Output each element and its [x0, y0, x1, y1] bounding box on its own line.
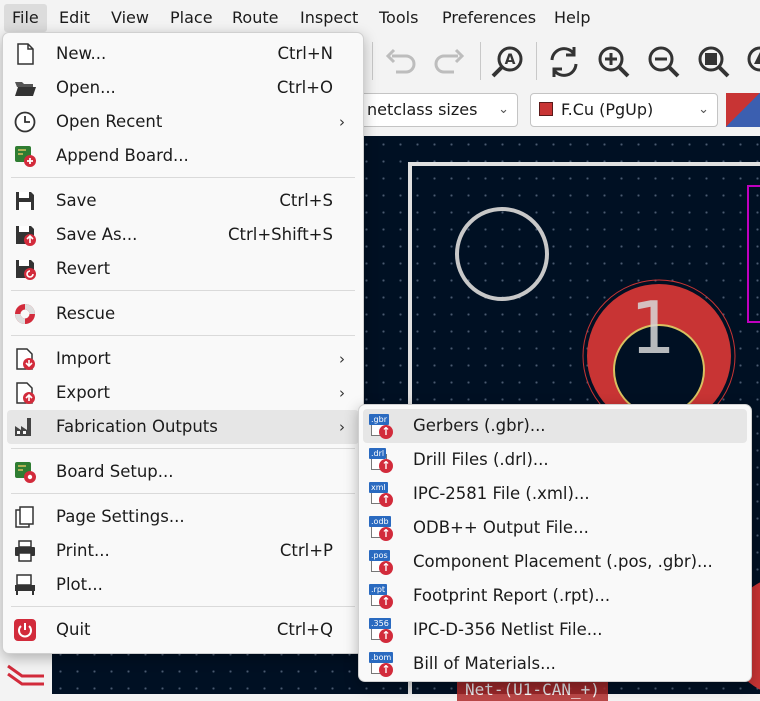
revert-icon — [13, 257, 37, 281]
courtyard-outline — [747, 185, 760, 323]
file-menu: New... Ctrl+N Open... Ctrl+O Open Recent… — [2, 32, 364, 654]
menu-item-bill-of-materials[interactable]: .bom ↑ Bill of Materials... — [363, 647, 747, 681]
rpt-file-icon: .rpt ↑ — [369, 583, 395, 609]
netclass-sizes-combo[interactable]: netclass sizes ⌄ — [358, 93, 518, 127]
submenu-arrow-icon: › — [339, 418, 345, 436]
menu-tools[interactable]: Tools — [371, 4, 426, 32]
secondary-toolbar: netclass sizes ⌄ F.Cu (PgUp) ⌄ — [358, 88, 760, 136]
zoom-fit-icon[interactable] — [694, 42, 734, 82]
menu-item-quit[interactable]: Quit Ctrl+Q — [7, 613, 359, 647]
menu-view[interactable]: View — [103, 4, 157, 32]
refresh-icon[interactable] — [544, 42, 584, 82]
folder-open-icon — [13, 76, 37, 100]
menu-item-new[interactable]: New... Ctrl+N — [7, 37, 359, 71]
menubar: File Edit View Place Route Inspect Tools… — [0, 0, 760, 36]
menu-item-board-setup[interactable]: Board Setup... — [7, 455, 359, 489]
menu-route[interactable]: Route — [224, 4, 286, 32]
layer-pair-icon[interactable] — [726, 93, 760, 127]
menu-item-open[interactable]: Open... Ctrl+O — [7, 71, 359, 105]
menu-item-plot[interactable]: Plot... — [7, 568, 359, 602]
plotter-icon — [13, 573, 37, 597]
menu-item-drill-files[interactable]: .drl ↑ Drill Files (.drl)... — [363, 443, 747, 477]
menu-item-component-placement[interactable]: .pos ↑ Component Placement (.pos, .gbr)..… — [363, 545, 747, 579]
menu-item-append-board[interactable]: Append Board... — [7, 139, 359, 173]
find-icon[interactable]: A — [488, 42, 528, 82]
drill-file-icon: .drl ↑ — [369, 447, 395, 473]
menu-item-export[interactable]: Export › — [7, 376, 359, 410]
factory-icon — [13, 415, 37, 439]
menu-item-gerbers[interactable]: .gbr ↑ Gerbers (.gbr)... — [363, 409, 747, 443]
layer-color-swatch — [539, 102, 553, 116]
rescue-icon — [13, 302, 37, 326]
menu-item-footprint-report[interactable]: .rpt ↑ Footprint Report (.rpt)... — [363, 579, 747, 613]
menu-place[interactable]: Place — [162, 4, 221, 32]
menu-edit[interactable]: Edit — [51, 4, 98, 32]
layer-combo-value: F.Cu (PgUp) — [561, 100, 654, 119]
menu-item-fabrication-outputs[interactable]: Fabrication Outputs › — [7, 410, 359, 444]
power-icon — [13, 618, 37, 642]
save-icon — [13, 189, 37, 213]
page-settings-icon — [13, 505, 37, 529]
export-icon — [13, 381, 37, 405]
fabrication-outputs-submenu: .gbr ↑ Gerbers (.gbr)... .drl ↑ Drill File… — [358, 404, 752, 682]
layer-combo[interactable]: F.Cu (PgUp) ⌄ — [530, 93, 718, 127]
gerber-file-icon: .gbr ↑ — [369, 413, 395, 439]
redo-icon[interactable] — [430, 42, 470, 82]
menu-item-open-recent[interactable]: Open Recent › — [7, 105, 359, 139]
menu-inspect[interactable]: Inspect — [292, 4, 366, 32]
menu-item-print[interactable]: Print... Ctrl+P — [7, 534, 359, 568]
menu-file[interactable]: File — [4, 4, 47, 32]
zoom-out-icon[interactable] — [644, 42, 684, 82]
board-setup-icon — [13, 460, 37, 484]
undo-icon[interactable] — [380, 42, 420, 82]
menu-item-save[interactable]: Save Ctrl+S — [7, 184, 359, 218]
pad-number: 1 — [630, 286, 676, 370]
net-label: Net-(U1-CAN_+) — [457, 679, 608, 701]
submenu-arrow-icon: › — [339, 350, 345, 368]
menu-item-ipc-2581[interactable]: xml ↑ IPC-2581 File (.xml)... — [363, 477, 747, 511]
clock-icon — [13, 110, 37, 134]
menu-item-rescue[interactable]: Rescue — [7, 297, 359, 331]
menu-help[interactable]: Help — [546, 4, 598, 32]
main-toolbar: A — [362, 36, 760, 86]
submenu-arrow-icon: › — [339, 113, 345, 131]
toolbar-separator — [480, 42, 481, 80]
toolbar-separator — [536, 42, 537, 80]
netlist-file-icon: .356 ↑ — [369, 617, 395, 643]
import-icon — [13, 347, 37, 371]
odb-file-icon: .odb ↑ — [369, 515, 395, 541]
menu-separator — [11, 335, 355, 336]
menu-item-page-settings[interactable]: Page Settings... — [7, 500, 359, 534]
chevron-down-icon: ⌄ — [698, 102, 709, 117]
printer-icon — [13, 539, 37, 563]
toolbar-separator — [372, 42, 373, 80]
menu-separator — [11, 177, 355, 178]
menu-separator — [11, 606, 355, 607]
netclass-sizes-value: netclass sizes — [367, 100, 478, 119]
menu-separator — [11, 493, 355, 494]
menu-preferences[interactable]: Preferences — [434, 4, 544, 32]
menu-item-odb-output[interactable]: .odb ↑ ODB++ Output File... — [363, 511, 747, 545]
menu-item-revert[interactable]: Revert — [7, 252, 359, 286]
menu-separator — [11, 290, 355, 291]
chevron-down-icon: ⌄ — [498, 102, 509, 117]
xml-file-icon: xml ↑ — [369, 481, 395, 507]
mounting-hole — [455, 207, 549, 301]
new-file-icon — [13, 42, 37, 66]
pos-file-icon: .pos ↑ — [369, 549, 395, 575]
zoom-in-icon[interactable] — [594, 42, 634, 82]
menu-item-save-as[interactable]: Save As... Ctrl+Shift+S — [7, 218, 359, 252]
bom-file-icon: .bom ↑ — [369, 652, 394, 677]
menu-item-import[interactable]: Import › — [7, 342, 359, 376]
menu-separator — [11, 448, 355, 449]
append-board-icon — [13, 144, 37, 168]
submenu-arrow-icon: › — [339, 384, 345, 402]
menu-item-ipc-d-356[interactable]: .356 ↑ IPC-D-356 Netlist File... — [363, 613, 747, 647]
route-track-icon[interactable] — [6, 662, 46, 690]
svg-text:A: A — [505, 52, 516, 68]
zoom-selection-icon[interactable] — [740, 42, 760, 82]
save-as-icon — [13, 223, 37, 247]
